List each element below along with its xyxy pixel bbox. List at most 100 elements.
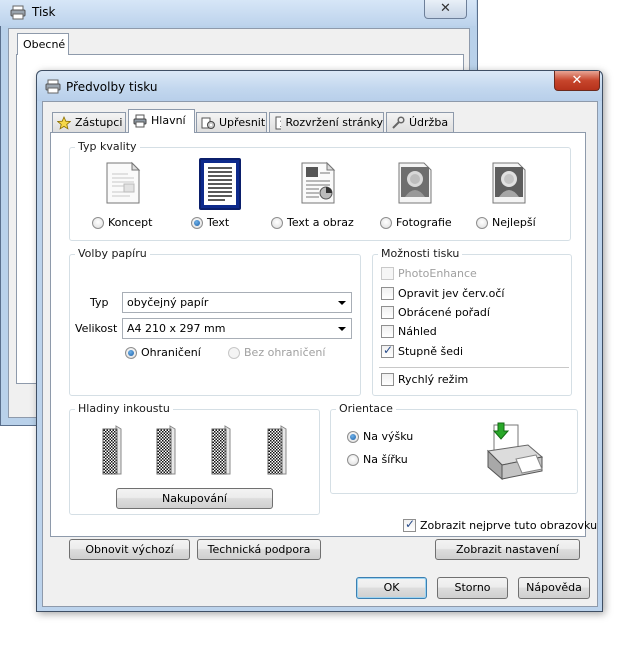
- text-page-icon[interactable]: [203, 162, 237, 206]
- landscape-radio[interactable]: Na šířku: [347, 453, 408, 466]
- select-value: A4 210 x 297 mm: [127, 322, 226, 335]
- background-titlebar[interactable]: Tisk ✕: [0, 0, 476, 26]
- printer-icon: [45, 79, 61, 94]
- radio-label: Text a obraz: [287, 216, 354, 229]
- radio-label: Ohraničení: [141, 346, 201, 359]
- restore-defaults-button[interactable]: Obnovit výchozí: [69, 539, 190, 560]
- printer-orientation-icon: [486, 422, 544, 481]
- checkbox-label: Rychlý režim: [398, 373, 469, 386]
- radio-indicator: [191, 216, 203, 229]
- quality-radio-fotografie[interactable]: Fotografie: [380, 216, 452, 229]
- quality-radio-nejlepsi[interactable]: Nejlepší: [476, 216, 536, 229]
- paper-size-label: Velikost: [75, 322, 118, 335]
- quality-radio-koncept[interactable]: Koncept: [92, 216, 152, 229]
- border-radio[interactable]: Ohraničení: [125, 346, 201, 359]
- draft-page-icon[interactable]: [104, 161, 142, 205]
- portrait-radio[interactable]: Na výšku: [347, 430, 413, 443]
- radio-indicator: [228, 346, 240, 359]
- checkbox-box: [381, 287, 394, 300]
- show-first-checkbox[interactable]: Zobrazit nejprve tuto obrazovku: [403, 517, 598, 532]
- tab-upresnit[interactable]: Upřesnit: [196, 112, 267, 132]
- quality-radio-text[interactable]: Text: [191, 216, 229, 229]
- tech-support-button[interactable]: Technická podpora: [197, 539, 321, 560]
- print-preferences-dialog: Předvolby tisku ✕ Zástupci Hlavní Upřesn…: [36, 70, 603, 612]
- checkbox-box: [403, 517, 416, 532]
- chevron-down-icon: [338, 327, 346, 331]
- star-icon: [57, 116, 71, 130]
- dialog-title: Předvolby tisku: [66, 80, 158, 94]
- tab-rozvrzeni-stranky[interactable]: 1 Rozvržení stránky: [269, 112, 384, 132]
- radio-indicator: [347, 430, 359, 443]
- printer-icon: [133, 114, 147, 128]
- photoenhance-checkbox[interactable]: PhotoEnhance: [381, 267, 477, 280]
- svg-text:1: 1: [279, 120, 281, 130]
- photo-icon[interactable]: [396, 161, 434, 205]
- background-close-button[interactable]: ✕: [424, 0, 467, 19]
- quality-legend: Typ kvality: [75, 140, 140, 153]
- settings-icon: [201, 117, 215, 129]
- radio-indicator: [380, 216, 392, 229]
- paper-legend: Volby papíru: [75, 247, 150, 260]
- show-settings-button[interactable]: Zobrazit nastavení: [435, 539, 580, 560]
- options-divider: [379, 367, 569, 368]
- buy-ink-button[interactable]: Nakupování: [116, 488, 273, 509]
- chevron-down-icon: [338, 301, 346, 305]
- radio-label: Bez ohraničení: [244, 346, 326, 359]
- checkbox-box: [381, 267, 394, 280]
- radio-indicator: [271, 216, 283, 229]
- close-button[interactable]: ✕: [554, 71, 600, 91]
- checkbox-box: [381, 343, 394, 358]
- paper-size-select[interactable]: A4 210 x 297 mm: [122, 318, 352, 339]
- radio-label: Text: [207, 216, 230, 229]
- radio-indicator: [476, 216, 488, 229]
- cancel-button[interactable]: Storno: [437, 577, 508, 599]
- checkbox-label: Náhled: [398, 325, 437, 338]
- checkbox-box: [381, 373, 394, 386]
- paper-type-select[interactable]: obyčejný papír: [122, 292, 352, 313]
- radio-label: Nejlepší: [492, 216, 536, 229]
- page-layout-icon: 1: [275, 116, 282, 130]
- paper-type-label: Typ: [90, 296, 109, 309]
- ok-button[interactable]: OK: [356, 577, 427, 599]
- reverse-order-checkbox[interactable]: Obrácené pořadí: [381, 306, 490, 319]
- tab-label: Hlavní: [151, 114, 186, 127]
- tab-label: Zástupci: [75, 116, 123, 129]
- quality-radio-text-a-obraz[interactable]: Text a obraz: [271, 216, 354, 229]
- radio-indicator: [92, 216, 104, 229]
- printer-icon: [10, 5, 26, 20]
- red-eye-checkbox[interactable]: Opravit jev červ.očí: [381, 287, 504, 300]
- checkbox-label: Obrácené pořadí: [398, 306, 490, 319]
- radio-label: Koncept: [108, 216, 153, 229]
- text-image-page-icon[interactable]: [299, 161, 337, 205]
- checkbox-label: Stupně šedi: [398, 345, 464, 358]
- ink-levels-legend: Hladiny inkoustu: [75, 402, 173, 415]
- checkbox-label: Zobrazit nejprve tuto obrazovku: [420, 519, 598, 532]
- ink-tank-icon: [267, 425, 287, 475]
- select-value: obyčejný papír: [127, 296, 209, 309]
- radio-label: Na výšku: [363, 430, 414, 443]
- ink-tank-icon: [156, 425, 176, 475]
- best-photo-icon[interactable]: [490, 161, 528, 205]
- tab-label: Upřesnit: [219, 116, 266, 129]
- ink-tank-icon: [211, 425, 231, 475]
- tab-label: Rozvržení stránky: [285, 116, 383, 129]
- help-button[interactable]: Nápověda: [518, 577, 590, 599]
- preview-checkbox[interactable]: Náhled: [381, 325, 437, 338]
- grayscale-checkbox[interactable]: Stupně šedi: [381, 343, 464, 358]
- tab-zastupci[interactable]: Zástupci: [52, 112, 126, 132]
- tab-hlavni[interactable]: Hlavní: [128, 109, 195, 133]
- fast-mode-checkbox[interactable]: Rychlý režim: [381, 373, 468, 386]
- dialog-titlebar[interactable]: Předvolby tisku ✕: [37, 71, 602, 101]
- background-window-title: Tisk: [32, 5, 56, 19]
- print-options-legend: Možnosti tisku: [378, 247, 463, 260]
- tab-label: Údržba: [409, 116, 449, 129]
- tab-obecne[interactable]: Obecné: [17, 33, 69, 55]
- ink-tank-icon: [102, 425, 122, 475]
- tab-udrzba[interactable]: Údržba: [386, 112, 454, 132]
- wrench-icon: [392, 116, 405, 129]
- radio-label: Fotografie: [396, 216, 452, 229]
- radio-indicator: [347, 453, 359, 466]
- borderless-radio[interactable]: Bez ohraničení: [228, 346, 325, 359]
- orientation-legend: Orientace: [336, 402, 396, 415]
- radio-indicator: [125, 346, 137, 359]
